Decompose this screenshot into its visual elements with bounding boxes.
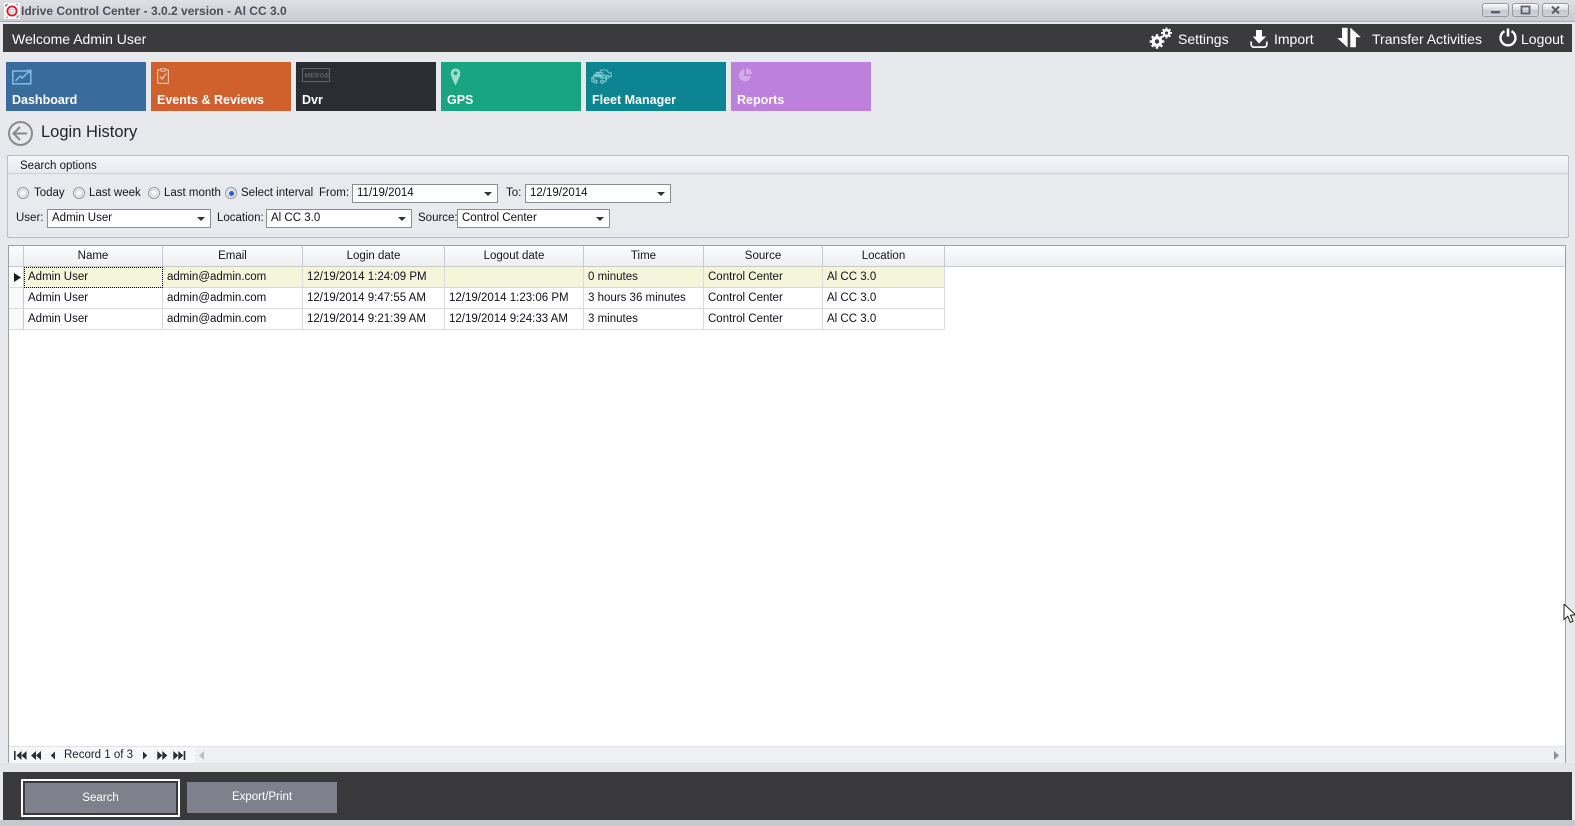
svg-text:MERGE: MERGE	[305, 72, 330, 79]
